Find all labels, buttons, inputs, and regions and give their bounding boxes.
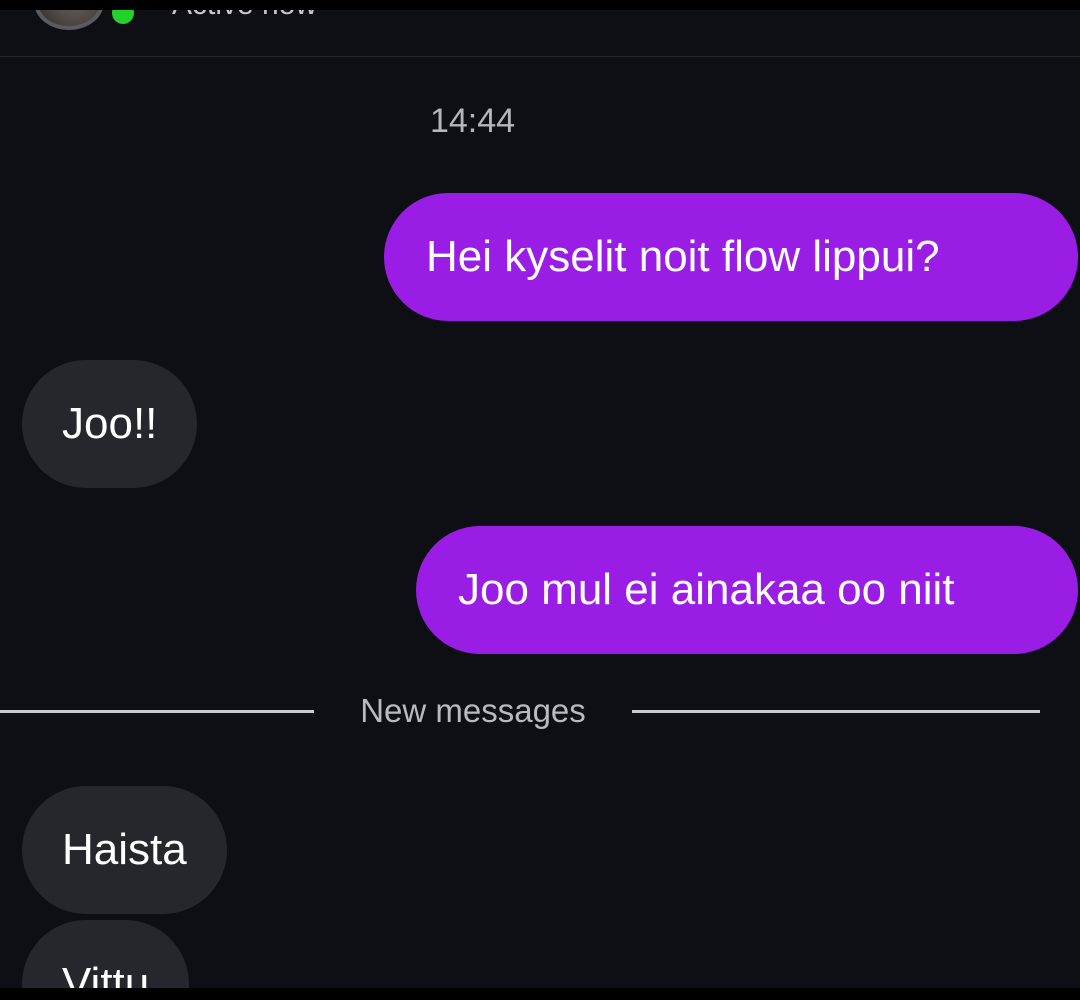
online-status-icon [108,10,138,28]
message-timestamp: 14:44 [429,102,516,140]
sent-message-bubble[interactable]: Joo mul ei ainakaa oo niit [416,526,1078,654]
sent-message-bubble[interactable]: Hei kyselit noit flow lippui? [384,193,1078,321]
active-status-text: Active now [172,10,317,22]
chat-screen: Active now 14:44 Hei kyselit noit flow l… [0,10,1080,988]
contact-avatar[interactable] [34,10,104,30]
new-messages-divider: New messages [0,692,1080,732]
received-message-bubble[interactable]: Vittu [22,920,190,988]
received-message-bubble[interactable]: Joo!! [22,360,198,488]
new-messages-label: New messages [360,692,586,729]
divider-line [632,710,1040,713]
chat-header[interactable]: Active now [0,10,1080,57]
received-message-bubble[interactable]: Haista [22,786,227,914]
divider-line [0,710,314,713]
